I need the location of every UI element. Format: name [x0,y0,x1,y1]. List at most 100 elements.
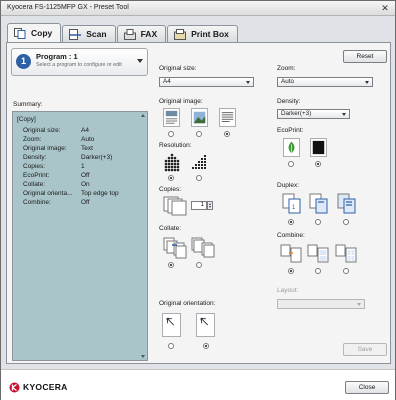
zoom-value: Auto [281,78,294,85]
brand-name: KYOCERA [23,382,68,392]
summary-key: Copies: [23,163,46,170]
summary-scrollbar[interactable] [140,113,146,359]
collate-label: Collate: [159,225,182,232]
ecoprint-off-icon[interactable] [310,138,327,157]
original-image-radio[interactable] [168,131,174,137]
text-icon[interactable] [219,108,236,127]
zoom-select[interactable]: Auto [277,77,373,87]
summary-heading: [Copy] [17,116,36,123]
ecoprint-on-icon[interactable] [283,138,300,157]
fax-icon [123,29,136,40]
summary-value: Auto [81,136,95,143]
top-edge-top-icon[interactable] [162,313,181,337]
density-value: Darker(+3) [281,110,312,117]
photo-icon[interactable] [191,108,208,127]
summary-key: Original size: [23,127,61,134]
summary-key: Combine: [23,199,51,206]
duplex-radio[interactable] [315,219,321,225]
footer-bar: KYOCERA Close [1,369,395,400]
program-number-badge: 1 [16,54,31,69]
function-tabs: Copy Scan FAX Print Box [7,23,238,42]
text-photo-icon[interactable] [163,108,180,127]
original-orientation-radio[interactable] [203,343,209,349]
program-title: Program : 1 [36,52,78,61]
summary-value: A4 [81,127,89,134]
chevron-down-icon [365,81,369,84]
duplex-radio[interactable] [343,219,349,225]
combine-radio[interactable] [288,268,294,274]
duplex-1-to-1-icon[interactable]: 1 [282,193,302,215]
duplex-1-to-2-icon[interactable] [309,193,329,215]
program-hint: Select a program to configure or edit [36,62,122,68]
resolution-standard-icon[interactable] [191,153,208,172]
resolution-radio[interactable] [168,175,174,181]
ecoprint-radio[interactable] [288,161,294,167]
combine-radio[interactable] [343,268,349,274]
close-button[interactable]: Close [345,381,389,394]
collate-off-icon[interactable] [191,237,215,259]
combine-label: Combine: [277,232,305,239]
summary-row: Collate: On [17,180,119,189]
tab-print-box-label: Print Box [191,29,229,39]
original-size-label: Original size: [159,65,197,72]
resolution-fine-icon[interactable] [163,153,180,172]
tab-fax-label: FAX [140,29,158,39]
copy-settings-panel: 1 Program : 1 Select a program to config… [6,42,391,364]
tab-fax[interactable]: FAX [116,25,167,42]
original-orientation-radio[interactable] [168,343,174,349]
kyocera-logo: KYOCERA [9,381,68,393]
summary-value: Darker(+3) [81,154,113,161]
original-size-select[interactable]: A4 [159,77,254,87]
chevron-down-icon [342,113,346,116]
scroll-up-icon[interactable] [141,114,145,117]
arrow-up-icon[interactable] [209,203,211,205]
layout-label: Layout: [277,287,299,294]
collate-radio[interactable] [168,262,174,268]
combine-radio[interactable] [315,268,321,274]
copies-stepper[interactable] [207,201,213,210]
zoom-label: Zoom: [277,65,296,72]
scan-icon [69,29,82,40]
original-size-value: A4 [163,78,171,85]
program-selector[interactable]: 1 Program : 1 Select a program to config… [11,48,148,76]
combine-4-in-1-icon[interactable] [335,244,357,264]
density-select[interactable]: Darker(+3) [277,109,350,119]
density-label: Density: [277,98,301,105]
duplex-radio[interactable] [288,219,294,225]
original-image-radio[interactable] [196,131,202,137]
kyocera-mark-icon [9,382,20,392]
collate-on-icon[interactable] [163,237,187,259]
copies-input[interactable]: 1 [191,201,207,210]
tab-scan[interactable]: Scan [62,25,116,42]
reset-button[interactable]: Reset [343,50,387,63]
layout-select[interactable] [277,299,365,309]
ecoprint-radio[interactable] [315,161,321,167]
original-orientation-label: Original orientation: [159,300,216,307]
copies-stack-icon [163,196,187,216]
resolution-label: Resolution: [159,142,192,149]
collate-radio[interactable] [196,262,202,268]
chevron-down-icon[interactable] [137,59,143,63]
summary-value: Off [81,172,90,179]
summary-rows: Original size: A4 Zoom: Auto Original imag… [17,126,119,207]
summary-label: Summary: [13,101,43,108]
scroll-down-icon[interactable] [141,355,145,358]
ecoprint-label: EcoPrint: [277,127,304,134]
window-close-icon[interactable]: ✕ [379,3,391,13]
summary-row: EcoPrint: Off [17,171,119,180]
tab-print-box[interactable]: Print Box [167,25,238,42]
original-image-radio[interactable] [224,131,230,137]
save-button[interactable]: Save [343,343,387,356]
tab-copy[interactable]: Copy [7,23,62,42]
summary-key: EcoPrint: [23,172,50,179]
top-edge-left-icon[interactable] [196,313,215,337]
resolution-radio[interactable] [196,175,202,181]
combine-2-in-1-icon[interactable] [307,244,329,264]
duplex-2-to-2-icon[interactable] [337,193,357,215]
window-title: Kyocera FS-1125MFP GX - Preset Tool [7,4,129,11]
chevron-down-icon [246,81,250,84]
arrow-down-icon[interactable] [209,206,211,208]
combine-off-icon[interactable] [280,244,302,264]
print-box-icon [174,29,187,40]
tab-copy-label: Copy [31,28,53,38]
